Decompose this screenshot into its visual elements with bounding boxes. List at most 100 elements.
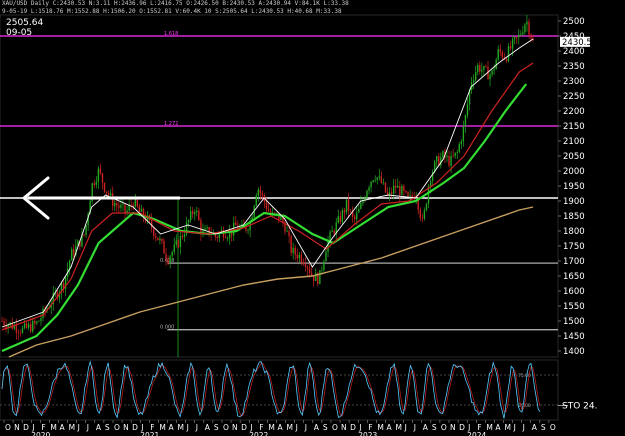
candle-body [280, 217, 282, 220]
x-month-label: M [505, 423, 511, 432]
y-tick-label: 2050 [563, 152, 585, 162]
candle-body [462, 126, 465, 142]
candle-body [378, 176, 381, 178]
x-month-label: M [159, 423, 165, 432]
candle-body [513, 37, 516, 39]
candle-body [323, 261, 325, 270]
x-month-label: J [77, 423, 80, 432]
candle-body [339, 216, 342, 223]
candle-body [370, 181, 372, 188]
candle-body [409, 195, 411, 197]
candle-body [477, 64, 479, 73]
price-pane-frame [0, 14, 559, 358]
x-month-label: A [168, 423, 174, 432]
candle-body [274, 212, 276, 214]
x-month-label: A [386, 423, 392, 432]
price-chart: 1.6181.2720.6180.000 1400145015001550160… [0, 14, 597, 436]
y-tick-label: 1550 [563, 302, 585, 312]
candle-body [515, 37, 518, 38]
last-price-label: 2430.53 [562, 38, 597, 48]
candle-body [255, 195, 257, 206]
candle-body [382, 182, 385, 184]
candle-body [224, 237, 227, 239]
time-axis: ONDJFMAMJJASONDJFMAMJJASONDJFMAMJJASONDJ… [3, 420, 556, 436]
x-month-label: A [205, 423, 211, 432]
candle-body [68, 260, 71, 269]
x-month-label: O [441, 423, 447, 432]
candle-body [122, 204, 124, 206]
candle-body [450, 155, 452, 166]
x-year-label: 2021 [140, 431, 159, 436]
candle-body [421, 217, 424, 219]
candle-body [247, 230, 249, 231]
candle-body [356, 212, 358, 220]
y-tick-label: 1700 [563, 257, 585, 267]
candle-body [179, 235, 182, 248]
candle-body [397, 185, 399, 188]
candle-body [489, 74, 491, 80]
candle-body [368, 187, 370, 191]
candle-body [358, 208, 360, 213]
candle-body [310, 273, 313, 276]
candle-body [372, 180, 374, 182]
candle-body [27, 324, 30, 328]
candle-body [446, 155, 448, 158]
candle-body [399, 185, 401, 195]
x-month-label: J [295, 423, 298, 432]
candle-body [32, 321, 34, 332]
candle-body [120, 205, 122, 208]
level-label: 0.000 [160, 325, 174, 331]
candle-body [528, 21, 530, 35]
candle-body [21, 327, 24, 333]
candle-body [520, 34, 522, 35]
x-month-label: O [332, 423, 338, 432]
candle-body [481, 69, 483, 72]
x-month-label: O [5, 423, 11, 432]
candle-body [304, 264, 307, 267]
candle-body [261, 193, 264, 196]
candle-body [392, 185, 395, 194]
candle-body [349, 210, 352, 212]
candle-body [376, 177, 378, 180]
x-month-label: M [50, 423, 56, 432]
candle-body [288, 231, 290, 237]
candle-body [337, 216, 339, 223]
x-month-label: M [396, 423, 402, 432]
y-tick-label: 2250 [563, 92, 585, 102]
candle-body [466, 104, 469, 116]
x-month-label: M [69, 423, 75, 432]
x-year-label: 2022 [249, 431, 268, 436]
candlesticks [1, 14, 534, 340]
candle-body [169, 256, 171, 263]
x-month-label: J [304, 423, 307, 432]
candle-body [308, 268, 311, 274]
candle-body [419, 209, 422, 218]
y-tick-label: 1600 [563, 287, 585, 297]
candle-body [101, 173, 104, 183]
x-month-label: O [223, 423, 229, 432]
x-month-label: D [350, 423, 356, 432]
candle-body [226, 238, 229, 239]
x-month-label: A [532, 423, 538, 432]
y-tick-label: 1800 [563, 227, 585, 237]
candle-body [315, 273, 317, 281]
candle-body [329, 232, 331, 242]
candle-body [189, 211, 192, 221]
x-month-label: M [486, 423, 492, 432]
candle-body [411, 195, 413, 198]
candle-body [200, 220, 202, 234]
y-tick-label: 1850 [563, 212, 585, 222]
candle-body [99, 168, 102, 174]
candle-body [341, 210, 344, 223]
x-month-label: M [377, 423, 383, 432]
left-arrow-icon [22, 176, 180, 220]
candle-body [85, 225, 87, 236]
candle-body [302, 262, 305, 265]
x-year-label: 2023 [358, 431, 377, 436]
candle-body [296, 254, 298, 259]
y-tick-label: 2400 [563, 47, 585, 57]
x-month-label: J [86, 423, 89, 432]
candle-body [497, 49, 499, 60]
candle-body [157, 237, 159, 241]
candle-body [511, 38, 514, 49]
